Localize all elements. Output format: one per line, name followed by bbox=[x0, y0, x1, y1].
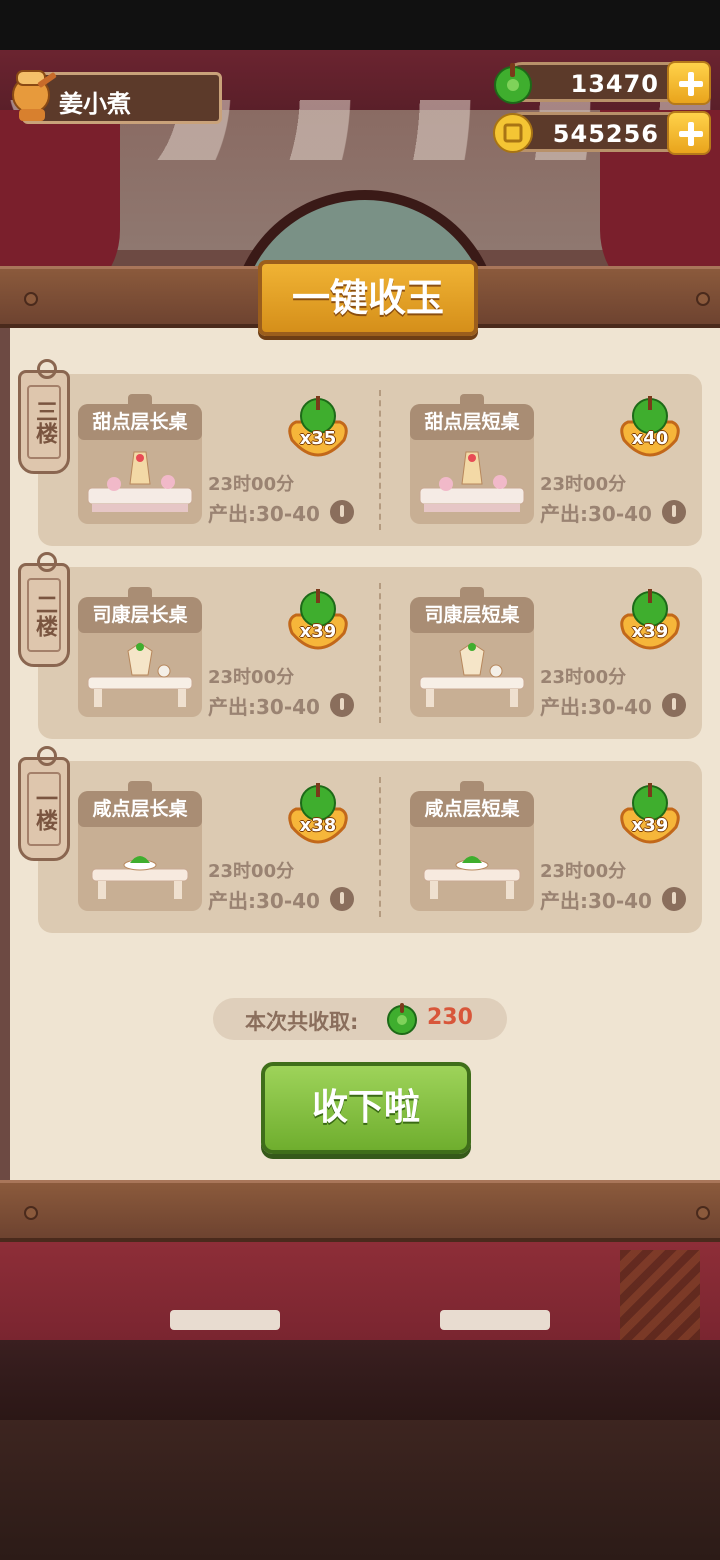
staircase bbox=[620, 1250, 700, 1340]
coin-counter: 545256 bbox=[493, 111, 711, 155]
table-slot[interactable]: 甜点层长桌 x35 23时00分 产出:30-40 bbox=[38, 374, 368, 546]
production-time: 23时00分 bbox=[540, 861, 627, 882]
info-icon[interactable] bbox=[661, 693, 686, 717]
panel-title: 一键收玉 bbox=[258, 260, 478, 336]
output-range: 产出:30-40 bbox=[208, 691, 354, 720]
output-range: 产出:30-40 bbox=[540, 498, 686, 527]
reward-count: x39 bbox=[631, 621, 669, 642]
total-label: 本次共收取: bbox=[245, 1010, 359, 1034]
restaurant-floor bbox=[0, 1250, 720, 1350]
table-card: 咸点层长桌 bbox=[78, 781, 202, 911]
jade-reward: x39 bbox=[284, 589, 352, 663]
table-card: 司康层长桌 bbox=[78, 587, 202, 717]
output-range: 产出:30-40 bbox=[208, 498, 354, 527]
table-card: 甜点层短桌 bbox=[410, 394, 534, 524]
reward-count: x35 bbox=[299, 428, 337, 449]
table-slot[interactable]: 司康层长桌 x39 23时00分 产出:30-40 bbox=[38, 567, 368, 739]
reward-count: x39 bbox=[631, 815, 669, 836]
background-table bbox=[170, 1310, 280, 1330]
coin-amount: 545256 bbox=[552, 120, 659, 148]
floor-row-3: 三楼 甜点层长桌 x35 23时00分 产出:30-40 甜点层短桌 x40 2… bbox=[18, 359, 702, 546]
table-name: 甜点层短桌 bbox=[410, 404, 534, 440]
floor-row-2: 二楼 司康层长桌 x39 23时00分 产出:30-40 司康层短桌 x39 2… bbox=[18, 552, 702, 739]
savory-short-table-icon bbox=[423, 856, 521, 899]
add-coins-button[interactable] bbox=[667, 111, 711, 155]
nail-icon bbox=[696, 1206, 710, 1220]
table-slot[interactable]: 咸点层短桌 x39 23时00分 产出:30-40 bbox=[370, 761, 700, 933]
jade-reward: x39 bbox=[616, 783, 684, 857]
background-table bbox=[440, 1310, 550, 1330]
table-slot[interactable]: 咸点层长桌 x38 23时00分 产出:30-40 bbox=[38, 761, 368, 933]
jade-icon bbox=[387, 1003, 417, 1035]
bottom-wood-beam bbox=[0, 1180, 720, 1242]
production-time: 23时00分 bbox=[208, 861, 295, 882]
add-jade-button[interactable] bbox=[667, 61, 711, 105]
output-text: 产出:30-40 bbox=[540, 889, 652, 913]
reward-count: x38 bbox=[299, 815, 337, 836]
table-card: 司康层短桌 bbox=[410, 587, 534, 717]
player-name-plate[interactable]: 姜小煮 bbox=[12, 70, 222, 124]
reward-count: x40 bbox=[631, 428, 669, 449]
nail-icon bbox=[24, 1206, 38, 1220]
table-name: 咸点层长桌 bbox=[78, 791, 202, 827]
output-range: 产出:30-40 bbox=[540, 885, 686, 914]
info-icon[interactable] bbox=[661, 887, 686, 911]
table-name: 甜点层长桌 bbox=[78, 404, 202, 440]
table-slot[interactable]: 甜点层短桌 x40 23时00分 产出:30-40 bbox=[370, 374, 700, 546]
total-amount: 230 bbox=[427, 1005, 473, 1030]
output-range: 产出:30-40 bbox=[208, 885, 354, 914]
savory-long-table-icon bbox=[91, 856, 189, 899]
table-slot[interactable]: 司康层短桌 x39 23时00分 产出:30-40 bbox=[370, 567, 700, 739]
jade-reward: x35 bbox=[284, 396, 352, 470]
info-icon[interactable] bbox=[329, 693, 354, 717]
table-card: 咸点层短桌 bbox=[410, 781, 534, 911]
table-name: 司康层长桌 bbox=[78, 597, 202, 633]
production-time: 23时00分 bbox=[540, 474, 627, 495]
floor-row-1: 一楼 咸点层长桌 x38 23时00分 产出:30-40 咸点层短桌 x39 2… bbox=[18, 746, 702, 933]
collect-button[interactable]: 收下啦 bbox=[261, 1062, 471, 1154]
output-text: 产出:30-40 bbox=[208, 889, 320, 913]
output-text: 产出:30-40 bbox=[208, 502, 320, 526]
production-time: 23时00分 bbox=[208, 667, 295, 688]
info-icon[interactable] bbox=[661, 500, 686, 524]
dessert-short-table-icon bbox=[419, 451, 525, 512]
coin-icon bbox=[493, 113, 533, 153]
chef-avatar-icon bbox=[12, 70, 57, 121]
table-name: 咸点层短桌 bbox=[410, 791, 534, 827]
scone-long-table-icon bbox=[87, 642, 193, 707]
jade-reward: x40 bbox=[616, 396, 684, 470]
info-icon[interactable] bbox=[329, 500, 354, 524]
jade-reward: x38 bbox=[284, 783, 352, 857]
jade-counter: 13470 bbox=[494, 61, 711, 105]
jade-amount: 13470 bbox=[570, 70, 659, 98]
output-text: 产出:30-40 bbox=[540, 502, 652, 526]
production-time: 23时00分 bbox=[208, 474, 295, 495]
output-text: 产出:30-40 bbox=[540, 695, 652, 719]
table-card: 甜点层长桌 bbox=[78, 394, 202, 524]
output-text: 产出:30-40 bbox=[208, 695, 320, 719]
output-range: 产出:30-40 bbox=[540, 691, 686, 720]
collect-total: 本次共收取: 230 bbox=[213, 998, 507, 1040]
reward-count: x39 bbox=[299, 621, 337, 642]
nail-icon bbox=[696, 292, 710, 306]
production-time: 23时00分 bbox=[540, 667, 627, 688]
table-name: 司康层短桌 bbox=[410, 597, 534, 633]
info-icon[interactable] bbox=[329, 887, 354, 911]
jade-icon bbox=[494, 63, 532, 104]
jade-reward: x39 bbox=[616, 589, 684, 663]
dessert-long-table-icon bbox=[87, 451, 193, 512]
player-name: 姜小煮 bbox=[59, 90, 131, 118]
nail-icon bbox=[24, 292, 38, 306]
scone-short-table-icon bbox=[419, 642, 525, 707]
